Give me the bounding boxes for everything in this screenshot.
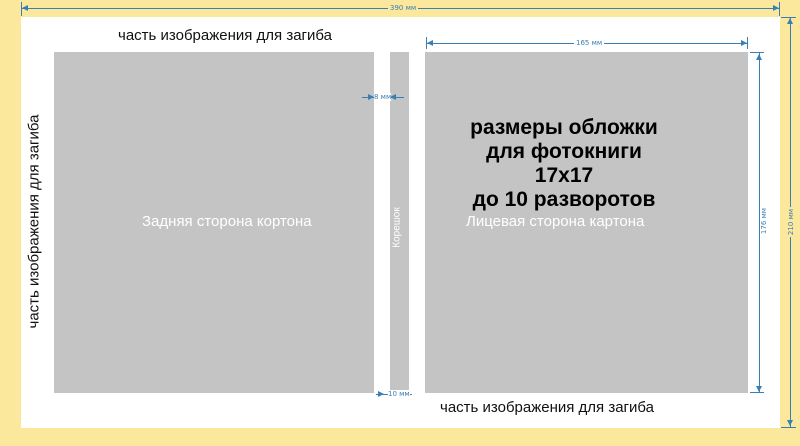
headline-line-3: 17х17 (534, 164, 594, 187)
total-height-label: 210 мм (787, 206, 796, 238)
cover-headline: размеры обложки для фотокниги 17х17 до 1… (448, 116, 680, 212)
front-height-tick-bottom (750, 392, 764, 393)
total-height-tick-bottom (781, 427, 796, 428)
fold-label-left: часть изображения для загиба (25, 114, 43, 329)
headline-line-4: до 10 разворотов (472, 188, 656, 211)
total-width-label: 390 мм (388, 4, 419, 12)
gap-bottom-label: 10 мм (388, 390, 410, 398)
front-width-tick-left (426, 37, 427, 49)
front-side-label: Лицевая сторона картона (466, 213, 645, 230)
front-height-arrow-top (756, 54, 762, 60)
front-width-label: 165 мм (574, 39, 605, 47)
gap-bottom-arrow-left (378, 391, 384, 397)
back-side-label: Задняя сторона кортона (142, 213, 312, 230)
front-height-label: 176 мм (760, 205, 769, 237)
spine-label: Корешок (391, 207, 403, 248)
front-width-arrow-left (427, 40, 433, 46)
headline-line-1: размеры обложки (470, 116, 658, 139)
fold-label-top: часть изображения для загиба (118, 27, 332, 44)
total-width-tick-right (779, 2, 780, 16)
total-width-arrow-right (773, 5, 779, 11)
total-width-arrow-left (22, 5, 28, 11)
gap-top-label: 8 мм (374, 93, 392, 101)
front-width-tick-right (747, 37, 748, 49)
total-height-arrow-top (787, 18, 793, 24)
headline-line-2: для фотокниги (486, 140, 642, 163)
front-height-tick-top (750, 52, 764, 53)
fold-label-bottom: часть изображения для загиба (440, 399, 654, 416)
total-height-arrow-bottom (787, 420, 793, 426)
